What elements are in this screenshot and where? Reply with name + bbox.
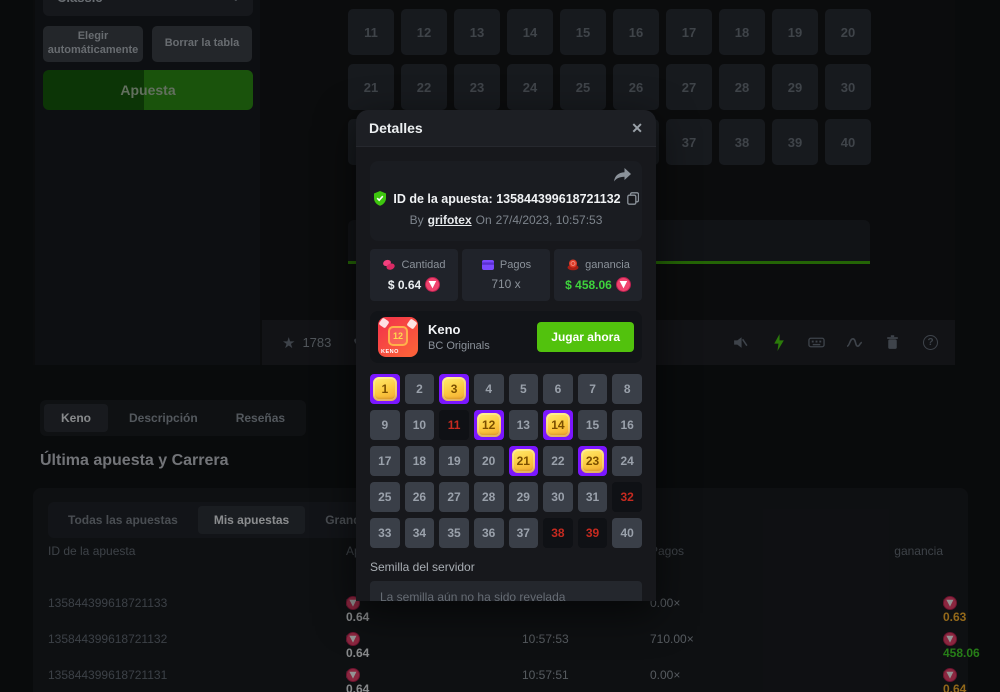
grid-cell: 40 xyxy=(612,518,642,548)
bet-id-value: 135844399618721132 xyxy=(496,192,620,206)
trx-coin-icon xyxy=(425,277,440,292)
grid-cell: 19 xyxy=(439,446,469,476)
result-grid: 1234567891011121314151617181920212223242… xyxy=(370,374,642,548)
copy-icon[interactable] xyxy=(627,192,639,205)
game-provider: BC Originals xyxy=(428,340,490,352)
play-now-button[interactable]: Jugar ahora xyxy=(537,322,634,352)
grid-cell: 37 xyxy=(509,518,539,548)
grid-cell-hit: 3 xyxy=(439,374,469,404)
grid-cell: 8 xyxy=(612,374,642,404)
bet-details-modal: Detalles ✕ ID de la apuesta: 13584439961… xyxy=(356,110,656,601)
gem-icon: 23 xyxy=(581,449,605,473)
bet-stats: Cantidad $ 0.64 Pagos 710 x xyxy=(370,249,642,301)
grid-cell-miss: 38 xyxy=(543,518,573,548)
grid-cell: 18 xyxy=(405,446,435,476)
bet-datetime: 27/4/2023, 10:57:53 xyxy=(496,213,603,227)
grid-cell: 2 xyxy=(405,374,435,404)
grid-cell: 13 xyxy=(509,410,539,440)
grid-cell-hit: 12 xyxy=(474,410,504,440)
modal-body: ID de la apuesta: 135844399618721132 Byg… xyxy=(356,161,656,601)
gem-icon: 12 xyxy=(477,413,501,437)
username-link[interactable]: grifotex xyxy=(428,213,472,227)
grid-cell: 20 xyxy=(474,446,504,476)
grid-cell-miss: 32 xyxy=(612,482,642,512)
grid-cell: 26 xyxy=(405,482,435,512)
grid-cell-hit: 21 xyxy=(509,446,539,476)
gem-icon: 3 xyxy=(442,377,466,401)
grid-cell: 28 xyxy=(474,482,504,512)
grid-cell: 34 xyxy=(405,518,435,548)
grid-cell: 6 xyxy=(543,374,573,404)
grid-cell-hit: 1 xyxy=(370,374,400,404)
trx-coin-icon xyxy=(616,277,631,292)
grid-cell: 25 xyxy=(370,482,400,512)
chips-icon xyxy=(566,258,580,271)
grid-cell: 29 xyxy=(509,482,539,512)
grid-cell: 15 xyxy=(578,410,608,440)
grid-cell: 22 xyxy=(543,446,573,476)
bet-id-text: ID de la apuesta: 135844399618721132 xyxy=(393,192,620,206)
modal-title: Detalles xyxy=(369,120,423,136)
grid-cell: 35 xyxy=(439,518,469,548)
server-seed-label: Semilla del servidor xyxy=(370,560,642,574)
close-icon[interactable]: ✕ xyxy=(631,120,643,137)
game-card: 12 KENO Keno BC Originals Jugar ahora xyxy=(370,311,642,363)
card-icon xyxy=(481,259,495,271)
gem-icon: 1 xyxy=(373,377,397,401)
grid-cell-miss: 39 xyxy=(578,518,608,548)
grid-cell-miss: 11 xyxy=(439,410,469,440)
grid-cell: 17 xyxy=(370,446,400,476)
verified-shield-icon xyxy=(373,191,387,206)
grid-cell: 4 xyxy=(474,374,504,404)
grid-cell-hit: 23 xyxy=(578,446,608,476)
gem-icon: 14 xyxy=(546,413,570,437)
bet-meta: BygrifotexOn27/4/2023, 10:57:53 xyxy=(380,213,632,227)
grid-cell: 16 xyxy=(612,410,642,440)
stat-payout: Pagos 710 x xyxy=(462,249,550,301)
keno-game-icon: 12 KENO xyxy=(378,317,418,357)
grid-cell: 5 xyxy=(509,374,539,404)
server-seed-field[interactable]: La semilla aún no ha sido revelada xyxy=(370,581,642,601)
grid-cell: 10 xyxy=(405,410,435,440)
modal-header: Detalles ✕ xyxy=(356,110,656,147)
stat-amount: Cantidad $ 0.64 xyxy=(370,249,458,301)
share-icon[interactable] xyxy=(613,167,632,189)
grid-cell: 33 xyxy=(370,518,400,548)
grid-cell: 24 xyxy=(612,446,642,476)
grid-cell: 30 xyxy=(543,482,573,512)
grid-cell-hit: 14 xyxy=(543,410,573,440)
keno-game-page: Classic › Elegir automáticamente Borrar … xyxy=(0,0,1000,692)
grid-cell: 9 xyxy=(370,410,400,440)
gem-icon: 21 xyxy=(512,449,536,473)
grid-cell: 7 xyxy=(578,374,608,404)
bet-info-panel: ID de la apuesta: 135844399618721132 Byg… xyxy=(370,161,642,241)
game-name: Keno xyxy=(428,322,490,337)
stat-profit: ganancia $ 458.06 xyxy=(554,249,642,301)
grid-cell: 27 xyxy=(439,482,469,512)
coins-icon xyxy=(382,258,396,271)
grid-cell: 31 xyxy=(578,482,608,512)
grid-cell: 36 xyxy=(474,518,504,548)
